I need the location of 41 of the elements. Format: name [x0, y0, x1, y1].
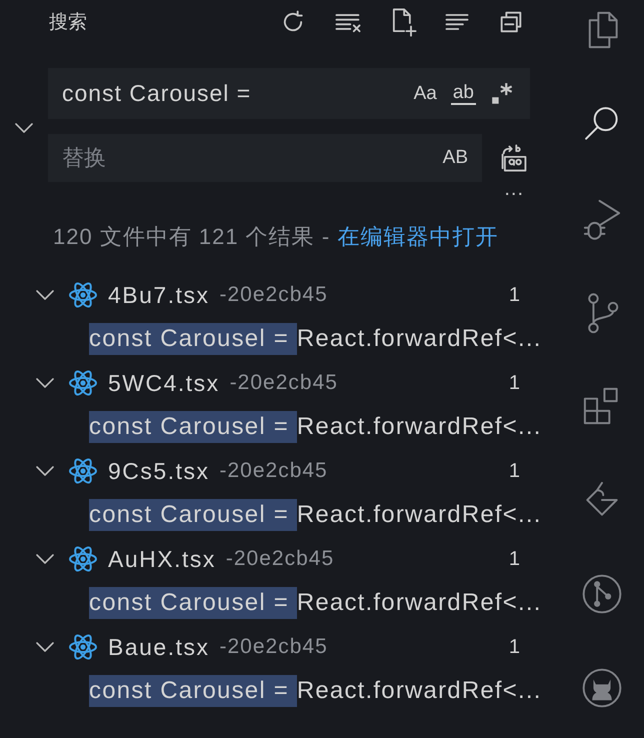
file-name: 5WC4.tsx — [108, 370, 220, 396]
open-in-editor-link[interactable]: 在编辑器中打开 — [337, 224, 498, 249]
match-count: 1 — [508, 548, 520, 570]
file-name: 4Bu7.tsx — [108, 282, 210, 308]
react-icon — [68, 281, 98, 309]
match-count: 1 — [508, 460, 520, 482]
match-case-toggle[interactable]: Aa — [414, 82, 437, 104]
react-icon — [68, 545, 98, 573]
file-path: -20e2cb45 — [230, 371, 338, 395]
file-name: 9Cs5.tsx — [108, 458, 210, 484]
line-preview[interactable]: React.forwardRef<... — [296, 501, 542, 529]
replace-field[interactable]: 替换 AB — [48, 134, 482, 182]
line-preview[interactable]: React.forwardRef<... — [296, 677, 542, 705]
match-count: 1 — [508, 284, 520, 306]
react-icon — [68, 457, 98, 485]
file-path: -20e2cb45 — [219, 459, 328, 483]
line-preview[interactable]: React.forwardRef<... — [296, 413, 542, 441]
result-summary: 120 文件中有 121 个结果 - — [53, 224, 332, 249]
search-match[interactable]: const Carousel = — [89, 411, 297, 443]
line-preview[interactable]: React.forwardRef<... — [296, 325, 542, 353]
search-match[interactable]: const Carousel = — [89, 587, 297, 619]
file-name: AuHX.tsx — [108, 546, 216, 572]
react-icon — [68, 633, 98, 661]
match-count: 1 — [508, 636, 520, 658]
file-path: -20e2cb45 — [226, 547, 334, 571]
file-name: Baue.tsx — [108, 634, 210, 660]
file-path: -20e2cb45 — [220, 283, 328, 307]
match-count: 1 — [508, 372, 520, 394]
search-match[interactable]: const Carousel = — [89, 323, 297, 355]
replace-all-icon[interactable] — [499, 142, 529, 174]
whole-word-toggle[interactable]: ab — [450, 82, 476, 104]
search-match[interactable]: const Carousel = — [89, 675, 297, 707]
search-match[interactable]: const Carousel = — [89, 499, 297, 531]
pull-request-icon[interactable] — [580, 572, 624, 616]
search-field[interactable]: const Carousel = Aa ab — [48, 68, 530, 119]
more-button[interactable]: ... — [504, 182, 524, 208]
panel-title: 搜索 — [49, 11, 87, 35]
file-path: -20e2cb45 — [220, 635, 328, 659]
line-preview[interactable]: React.forwardRef<... — [296, 589, 542, 617]
react-icon — [68, 369, 98, 397]
preserve-case-toggle[interactable]: AB — [442, 147, 468, 169]
